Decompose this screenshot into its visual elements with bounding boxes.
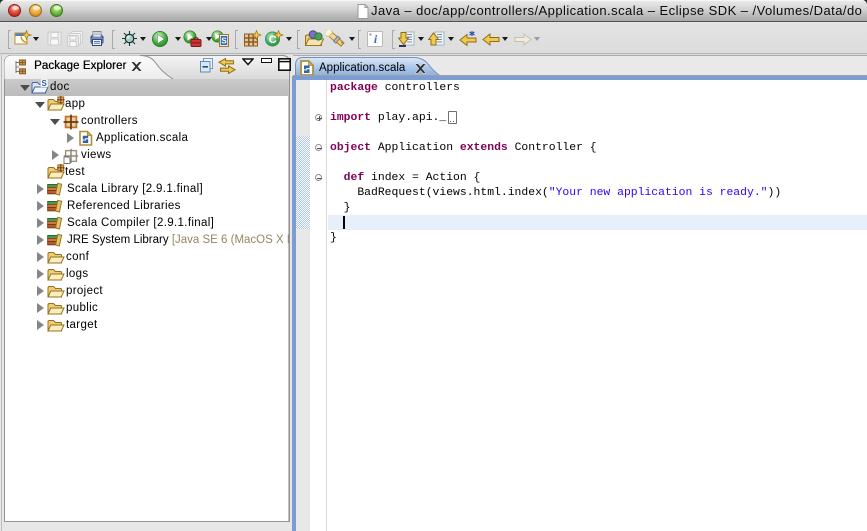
svg-text:S: S [42,79,48,88]
svg-text:S: S [221,36,227,45]
